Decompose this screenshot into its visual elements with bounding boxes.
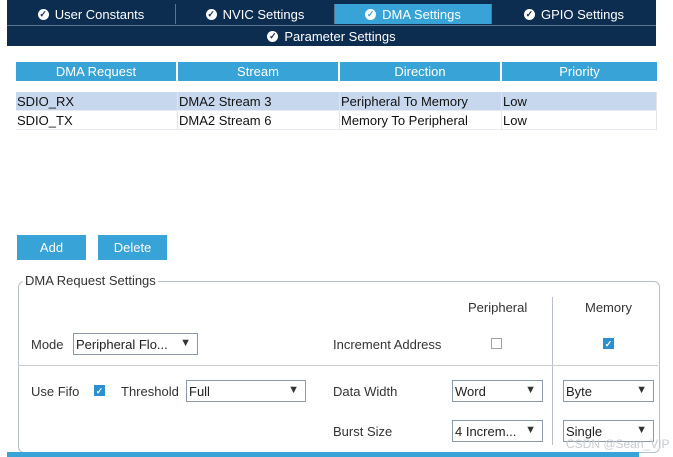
check-icon: ✓ xyxy=(205,8,217,20)
chevron-down-icon: ▼ xyxy=(180,337,191,349)
table-cell: SDIO_RX xyxy=(16,92,178,111)
tab-gpio-settings[interactable]: ✓ GPIO Settings xyxy=(492,4,656,24)
add-button[interactable]: Add xyxy=(17,235,86,260)
data-width-peripheral-value: Word xyxy=(455,383,486,399)
watermark: CSDN @Sean_VIP xyxy=(566,437,670,451)
use-fifo-checkbox[interactable]: ✓ xyxy=(94,385,105,396)
burst-size-peripheral-select[interactable]: 4 Increm... ▼ xyxy=(452,420,543,442)
chevron-down-icon: ▼ xyxy=(636,384,647,396)
mode-select[interactable]: Peripheral Flo... ▼ xyxy=(73,333,198,355)
table-row[interactable]: SDIO_RX DMA2 Stream 3 Peripheral To Memo… xyxy=(16,92,657,111)
burst-size-label: Burst Size xyxy=(333,424,393,439)
tab-label: NVIC Settings xyxy=(222,6,305,22)
data-width-label: Data Width xyxy=(333,384,398,399)
burst-size-peripheral-value: 4 Increm... xyxy=(455,423,517,439)
tab-label: DMA Settings xyxy=(382,6,461,22)
bottom-scrollbar[interactable] xyxy=(7,452,639,457)
data-width-memory-value: Byte xyxy=(566,383,593,399)
table-cell: Memory To Peripheral xyxy=(340,111,502,130)
check-icon: ✓ xyxy=(365,8,377,20)
table-cell: DMA2 Stream 3 xyxy=(178,92,340,111)
table-cell: DMA2 Stream 6 xyxy=(178,111,340,130)
data-width-memory-select[interactable]: Byte ▼ xyxy=(563,380,654,402)
table-cell: SDIO_TX xyxy=(16,111,178,130)
column-divider xyxy=(552,297,553,445)
check-icon: ✓ xyxy=(37,8,49,20)
tab-parameter-settings[interactable]: ✓ Parameter Settings xyxy=(7,25,656,46)
table-header: DMA Request Stream Direction Priority xyxy=(16,62,657,81)
chevron-down-icon: ▼ xyxy=(525,424,536,436)
dma-settings-panel: ✓ User Constants ✓ NVIC Settings ✓ DMA S… xyxy=(7,0,660,457)
table-cell: Peripheral To Memory xyxy=(340,92,502,111)
table-cell: Low xyxy=(502,111,657,130)
check-icon: ✓ xyxy=(267,30,279,42)
tab-user-constants[interactable]: ✓ User Constants xyxy=(7,4,176,24)
mode-label: Mode xyxy=(31,337,64,352)
use-fifo-label: Use Fifo xyxy=(31,384,80,399)
mode-value: Peripheral Flo... xyxy=(76,336,168,352)
chevron-down-icon: ▼ xyxy=(288,384,299,396)
table-row[interactable]: SDIO_TX DMA2 Stream 6 Memory To Peripher… xyxy=(16,111,657,130)
column-header[interactable]: DMA Request xyxy=(16,62,178,81)
column-header[interactable]: Stream xyxy=(178,62,340,81)
increment-memory-checkbox[interactable]: ✓ xyxy=(603,338,614,349)
column-header[interactable]: Direction xyxy=(340,62,502,81)
chevron-down-icon: ▼ xyxy=(636,424,647,436)
group-title: DMA Request Settings xyxy=(23,273,158,288)
delete-button[interactable]: Delete xyxy=(98,235,167,260)
threshold-label: Threshold xyxy=(121,384,179,399)
peripheral-column-header: Peripheral xyxy=(468,300,528,315)
data-width-peripheral-select[interactable]: Word ▼ xyxy=(452,380,543,402)
increment-address-label: Increment Address xyxy=(333,337,442,352)
chevron-down-icon: ▼ xyxy=(525,384,536,396)
memory-column-header: Memory xyxy=(585,300,632,315)
threshold-select[interactable]: Full ▼ xyxy=(186,380,306,402)
dma-request-table: DMA Request Stream Direction Priority SD… xyxy=(16,62,657,130)
tab-bar: ✓ User Constants ✓ NVIC Settings ✓ DMA S… xyxy=(7,0,656,46)
threshold-value: Full xyxy=(189,383,210,399)
column-header[interactable]: Priority xyxy=(502,62,657,81)
tab-label: GPIO Settings xyxy=(540,6,625,22)
tab-dma-settings[interactable]: ✓ DMA Settings xyxy=(335,4,492,24)
divider xyxy=(18,365,658,366)
tab-label: User Constants xyxy=(54,6,145,22)
table-cell: Low xyxy=(502,92,657,111)
increment-peripheral-checkbox[interactable] xyxy=(491,338,502,349)
tab-label: Parameter Settings xyxy=(284,28,396,44)
tab-nvic-settings[interactable]: ✓ NVIC Settings xyxy=(176,4,335,24)
check-icon: ✓ xyxy=(523,8,535,20)
